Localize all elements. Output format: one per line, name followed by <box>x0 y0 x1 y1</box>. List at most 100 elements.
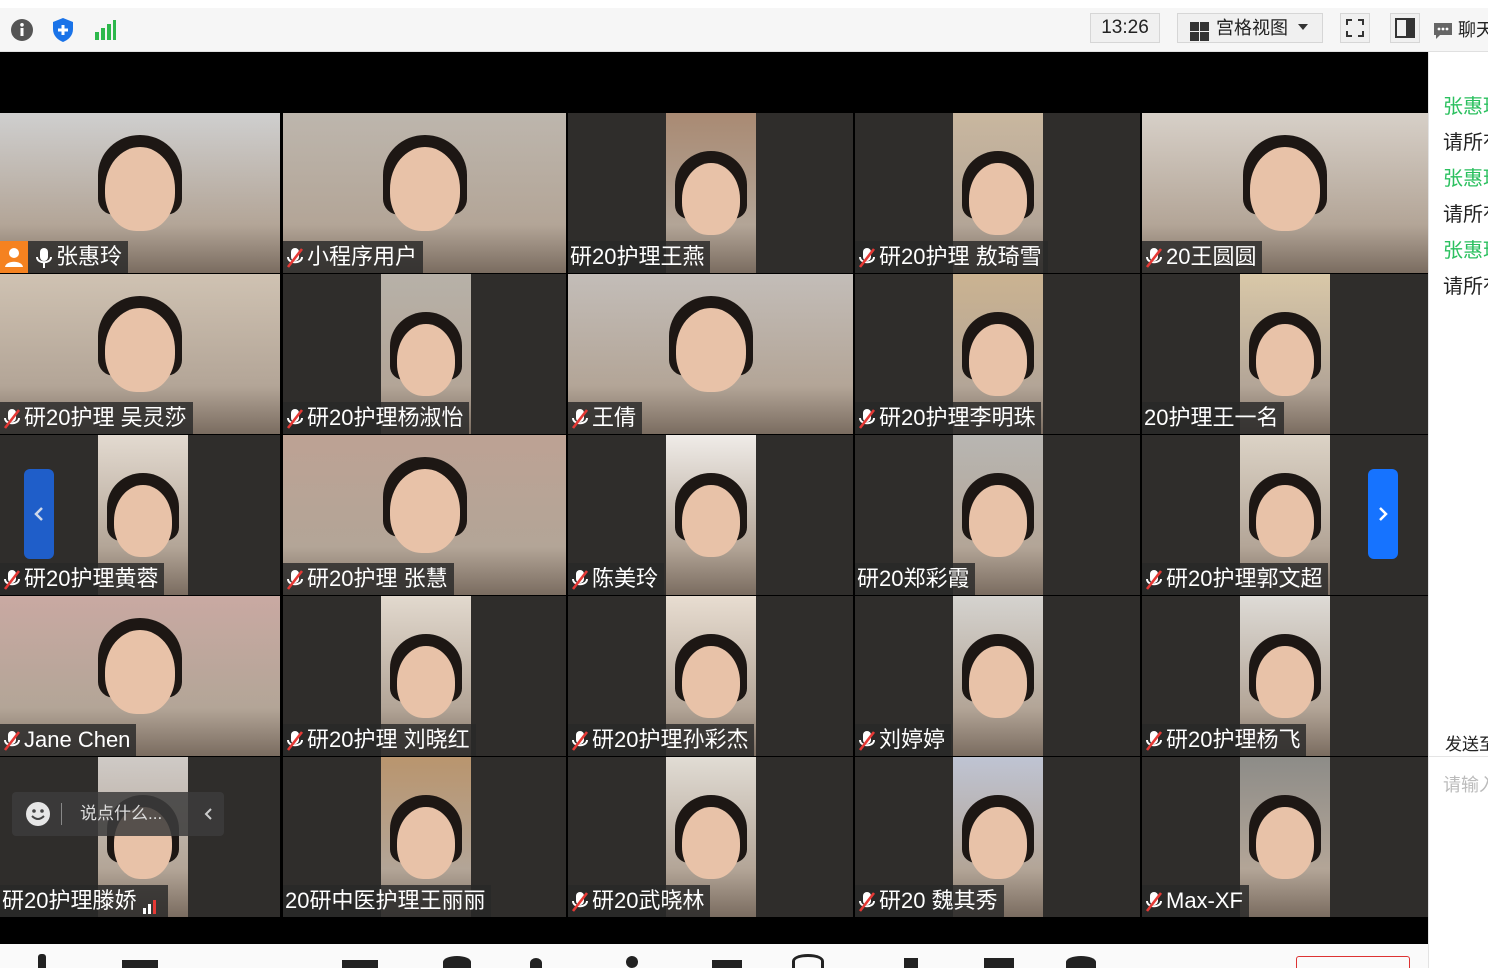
participant-tile[interactable]: Max-XF <box>1142 757 1428 917</box>
participant-face <box>969 646 1027 718</box>
fullscreen-icon <box>1346 19 1364 37</box>
camera-icon[interactable] <box>122 960 158 968</box>
participant-face <box>397 807 455 879</box>
participant-tile[interactable]: 研20 魏其秀 <box>855 757 1140 917</box>
invite-icon[interactable] <box>626 956 638 968</box>
emoji-icon[interactable] <box>25 801 51 827</box>
grid-view-icon <box>1190 22 1210 42</box>
participant-tile[interactable]: 研20郑彩霞 <box>855 435 1140 595</box>
participant-name-label: 研20 魏其秀 <box>855 885 1004 917</box>
participant-tile[interactable]: 研20护理 刘晓红 <box>283 596 566 756</box>
participant-name: 研20护理李明珠 <box>879 405 1036 430</box>
chat-input-placeholder[interactable]: 请输入 <box>1443 771 1488 797</box>
participant-tile[interactable]: 小程序用户 <box>283 113 566 273</box>
participant-face <box>682 646 740 718</box>
reactions-icon[interactable] <box>904 958 918 968</box>
chevron-right-icon <box>1379 507 1388 521</box>
view-mode-dropdown[interactable]: 宫格视图 <box>1177 13 1323 43</box>
info-icon[interactable] <box>9 17 35 43</box>
participant-name: 研20护理杨淑怡 <box>307 405 464 430</box>
participant-face <box>1256 324 1314 396</box>
mic-muted-icon <box>2 729 22 751</box>
participant-name-label: Jane Chen <box>0 724 137 756</box>
mic-muted-icon <box>857 246 877 268</box>
mic-muted-icon <box>2 407 22 429</box>
chat-icon[interactable] <box>712 960 742 968</box>
mic-muted-icon <box>570 729 590 751</box>
participant-name-label: 研20护理 张慧 <box>283 563 454 595</box>
participant-face <box>389 469 460 553</box>
mic-muted-icon <box>1144 568 1164 590</box>
chat-message-text: 请所有 <box>1443 132 1488 154</box>
participant-tile[interactable]: 研20护理杨淑怡 <box>283 274 566 434</box>
chat-panel: 张惠玲请所有张惠玲请所有张惠玲请所有 发送至 请输入 <box>1428 52 1488 968</box>
mic-muted-icon <box>857 890 877 912</box>
participant-name-label: Max-XF <box>1142 885 1249 917</box>
chat-sender-name: 张惠玲 <box>1443 240 1488 262</box>
settings-gear-icon[interactable] <box>1066 956 1096 968</box>
security-icon[interactable] <box>443 956 471 968</box>
microphone-icon[interactable] <box>38 954 46 968</box>
send-to-label[interactable]: 发送至 <box>1445 730 1488 755</box>
participant-name: 研20护理杨飞 <box>1166 727 1301 752</box>
participant-face <box>389 147 460 231</box>
participant-name-label: 刘婷婷 <box>855 724 952 756</box>
participant-name: 张惠玲 <box>56 244 123 269</box>
participant-tile[interactable]: 张惠玲 <box>0 113 280 273</box>
collapse-chevron-icon[interactable] <box>203 807 215 821</box>
participant-name-label: 研20护理滕娇 <box>0 885 169 917</box>
fullscreen-button[interactable] <box>1340 13 1370 43</box>
chat-tab-label: 聊天 <box>1458 20 1488 40</box>
apps-icon[interactable] <box>984 958 1014 968</box>
participant-tile[interactable]: 20王圆圆 <box>1142 113 1428 273</box>
participant-face <box>105 630 175 714</box>
participants-icon[interactable] <box>530 958 542 968</box>
mic-muted-icon <box>285 729 305 751</box>
chat-tab[interactable]: 聊天 <box>1432 8 1488 52</box>
participant-face <box>105 308 175 392</box>
participant-tile[interactable]: 20护理王一名 <box>1142 274 1428 434</box>
mic-muted-icon <box>2 568 22 590</box>
shield-icon[interactable] <box>50 17 76 43</box>
chat-input-area[interactable]: 请输入 <box>1429 756 1488 969</box>
next-page-button[interactable] <box>1368 469 1398 559</box>
participant-name: 研20护理王燕 <box>570 244 705 269</box>
participant-name: 研20护理 刘晓红 <box>307 727 470 752</box>
participant-face <box>682 807 740 879</box>
participant-tile[interactable]: 研20护理李明珠 <box>855 274 1140 434</box>
participant-tile[interactable]: 研20护理 张慧 <box>283 435 566 595</box>
participant-tile[interactable]: 研20护理 敖琦雪 <box>855 113 1140 273</box>
view-mode-label: 宫格视图 <box>1216 18 1288 38</box>
participant-face <box>114 485 172 557</box>
participant-tile[interactable]: 王倩 <box>568 274 853 434</box>
participant-tile[interactable]: 20研中医护理王丽丽 <box>283 757 566 917</box>
record-icon[interactable] <box>792 954 824 968</box>
participant-face <box>682 163 740 235</box>
side-panel-toggle-button[interactable] <box>1390 13 1420 43</box>
participant-face <box>969 485 1027 557</box>
participant-name-label: 研20郑彩霞 <box>855 563 976 595</box>
quick-comment-box[interactable]: 说点什么... <box>12 792 224 836</box>
participant-name: 研20护理 张慧 <box>307 566 448 591</box>
mic-muted-icon <box>570 568 590 590</box>
prev-page-button[interactable] <box>24 469 54 559</box>
participant-name-label: 张惠玲 <box>0 241 129 273</box>
participant-tile[interactable]: 研20护理孙彩杰 <box>568 596 853 756</box>
participant-tile[interactable]: 研20武晓林 <box>568 757 853 917</box>
participant-tile[interactable]: 研20护理 吴灵莎 <box>0 274 280 434</box>
participant-name-label: 20王圆圆 <box>1142 241 1263 273</box>
participant-tile[interactable]: 刘婷婷 <box>855 596 1140 756</box>
share-screen-icon[interactable] <box>342 960 378 968</box>
participant-tile[interactable]: 研20护理杨飞 <box>1142 596 1428 756</box>
participant-tile[interactable]: 陈美玲 <box>568 435 853 595</box>
leave-meeting-button[interactable] <box>1296 956 1410 968</box>
participant-tile[interactable]: Jane Chen <box>0 596 280 756</box>
participant-name-label: 王倩 <box>568 402 643 434</box>
participant-tile[interactable]: 研20护理滕娇 <box>0 757 280 917</box>
participant-name-label: 研20护理 吴灵莎 <box>0 402 193 434</box>
signal-strength-icon[interactable] <box>92 17 118 43</box>
mic-muted-icon <box>285 407 305 429</box>
participant-video <box>666 435 756 595</box>
participant-tile[interactable]: 研20护理王燕 <box>568 113 853 273</box>
divider <box>61 803 62 825</box>
